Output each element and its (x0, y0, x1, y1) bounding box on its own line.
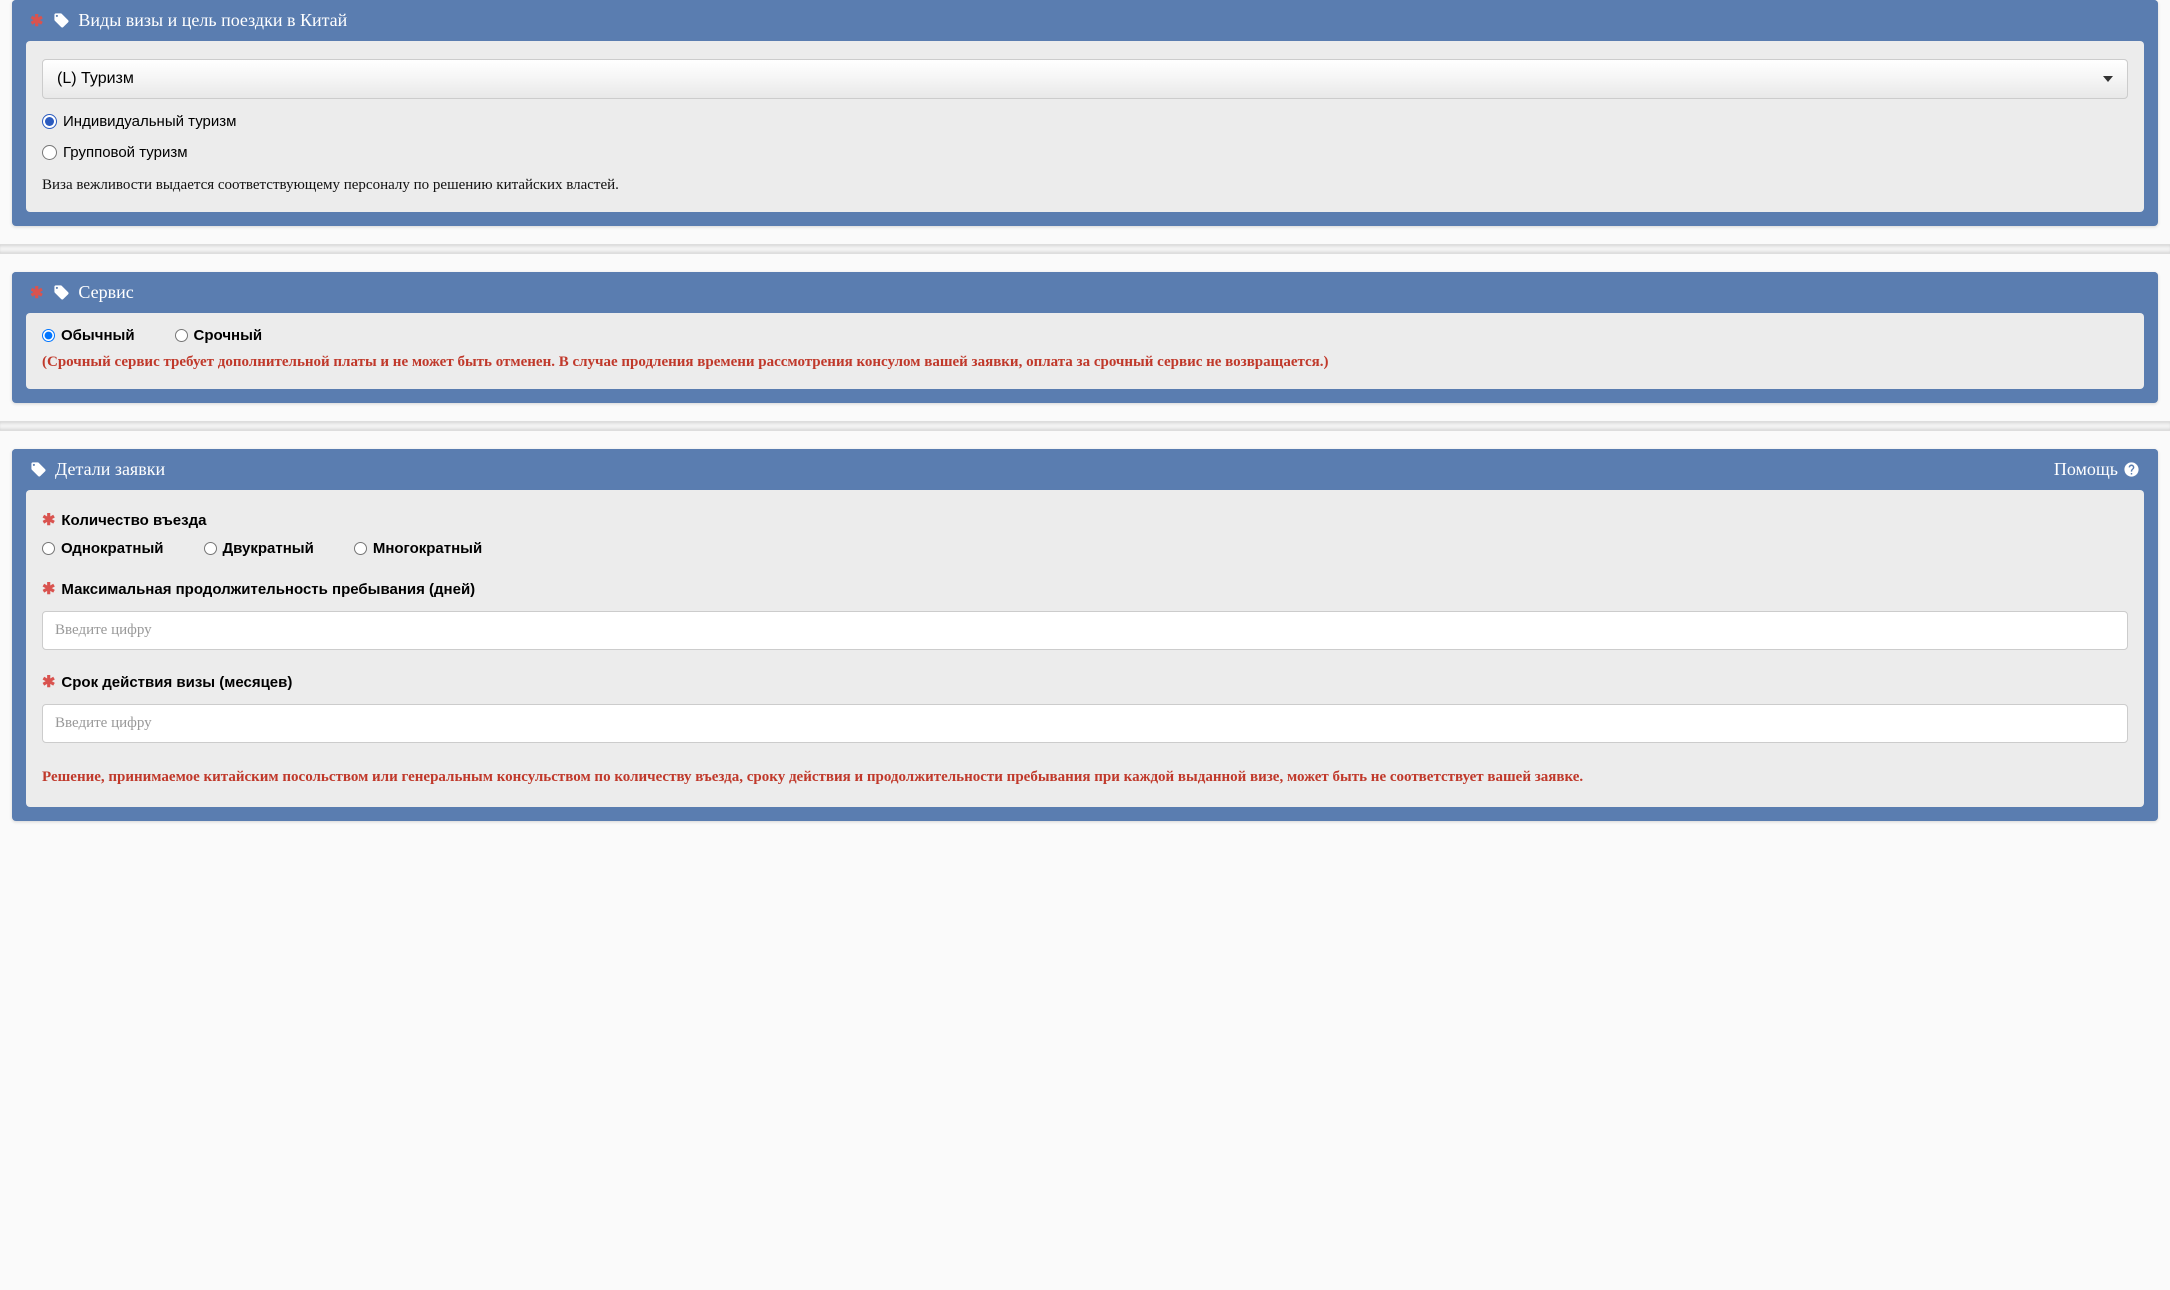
max-stay-input[interactable] (42, 611, 2128, 650)
radio-urgent-service-input[interactable] (175, 329, 188, 342)
radio-individual-tourism-input[interactable] (42, 114, 57, 129)
section-divider (0, 421, 2170, 431)
radio-regular-service-input[interactable] (42, 329, 55, 342)
visa-type-dropdown[interactable]: (L) Туризм (42, 59, 2128, 99)
panel-header-service: ✱ Сервис (12, 272, 2158, 313)
radio-multiple-entry-input[interactable] (354, 542, 367, 555)
help-icon (2123, 461, 2140, 478)
max-stay-label: ✱ Максимальная продолжительность пребыва… (42, 579, 2128, 599)
decision-disclaimer: Решение, принимаемое китайским посольств… (42, 765, 2128, 789)
tag-icon (30, 461, 47, 478)
tag-icon (53, 12, 70, 29)
radio-label: Многократный (373, 540, 482, 557)
radio-label: Обычный (61, 327, 135, 344)
required-asterisk-icon: ✱ (42, 510, 55, 530)
radio-single-entry-input[interactable] (42, 542, 55, 555)
caret-down-icon (2103, 76, 2113, 82)
radio-label: Однократный (61, 540, 164, 557)
urgent-service-warning: (Срочный сервис требует дополнительной п… (42, 354, 2128, 371)
panel-visa-type: ✱ Виды визы и цель поездки в Китай (L) Т… (12, 0, 2158, 226)
panel-body-service: Обычный Срочный (Срочный сервис требует … (26, 313, 2144, 389)
required-asterisk-icon: ✱ (42, 672, 55, 692)
panel-header-application-details: Детали заявки Помощь (12, 449, 2158, 490)
radio-group-tourism[interactable]: Групповой туризм (42, 144, 2128, 161)
panel-service: ✱ Сервис Обычный Срочный (Срочный сервис… (12, 272, 2158, 403)
radio-multiple-entry[interactable]: Многократный (354, 540, 482, 557)
radio-single-entry[interactable]: Однократный (42, 540, 164, 557)
required-asterisk-icon: ✱ (42, 579, 55, 599)
panel-body-visa-type: (L) Туризм Индивидуальный туризм Группов… (26, 41, 2144, 212)
panel-body-application-details: ✱ Количество въезда Однократный Двукратн… (26, 490, 2144, 807)
required-asterisk-icon: ✱ (30, 283, 43, 303)
validity-input[interactable] (42, 704, 2128, 743)
radio-individual-tourism[interactable]: Индивидуальный туризм (42, 113, 2128, 130)
radio-regular-service[interactable]: Обычный (42, 327, 135, 344)
radio-label: Групповой туризм (63, 144, 188, 161)
radio-group-tourism-input[interactable] (42, 145, 57, 160)
panel-title: Сервис (78, 282, 133, 303)
radio-double-entry-input[interactable] (204, 542, 217, 555)
tag-icon (53, 284, 70, 301)
dropdown-selected-value: (L) Туризм (57, 70, 134, 88)
visa-courtesy-note: Виза вежливости выдается соответствующем… (42, 177, 2128, 194)
help-link[interactable]: Помощь (2054, 459, 2140, 480)
radio-urgent-service[interactable]: Срочный (175, 327, 263, 344)
radio-label: Двукратный (223, 540, 314, 557)
section-divider (0, 244, 2170, 254)
required-asterisk-icon: ✱ (30, 11, 43, 31)
panel-title: Виды визы и цель поездки в Китай (78, 10, 347, 31)
panel-header-visa-type: ✱ Виды визы и цель поездки в Китай (12, 0, 2158, 41)
radio-label: Срочный (194, 327, 263, 344)
radio-double-entry[interactable]: Двукратный (204, 540, 314, 557)
panel-title: Детали заявки (55, 459, 165, 480)
help-label: Помощь (2054, 459, 2118, 480)
panel-application-details: Детали заявки Помощь ✱ Количество въезда… (12, 449, 2158, 821)
entries-count-label: ✱ Количество въезда (42, 510, 2128, 530)
validity-label: ✱ Срок действия визы (месяцев) (42, 672, 2128, 692)
radio-label: Индивидуальный туризм (63, 113, 236, 130)
